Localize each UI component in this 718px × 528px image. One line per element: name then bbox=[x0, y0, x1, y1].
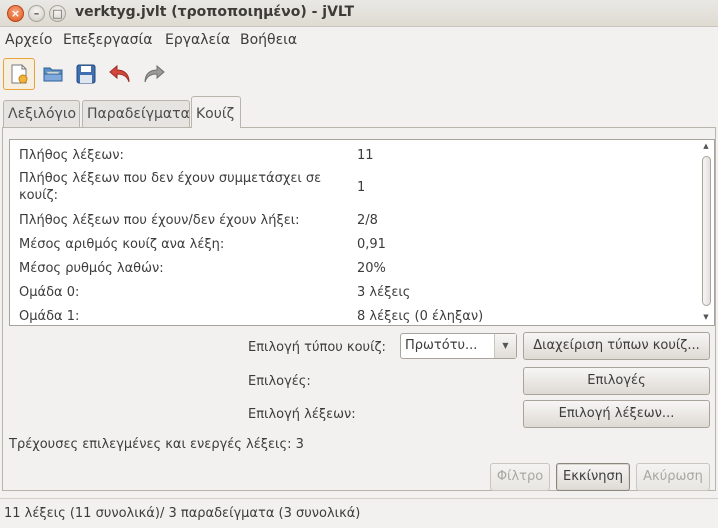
window-title: verktyg.jvlt (τροποποιημένο) - jVLT bbox=[75, 4, 355, 20]
stat-value: 8 λέξεις (0 έληξαν) bbox=[357, 309, 484, 324]
new-file-button[interactable] bbox=[3, 58, 35, 90]
word-selection-button[interactable]: Επιλογή λέξεων... bbox=[523, 400, 710, 428]
stat-value: 2/8 bbox=[357, 213, 378, 228]
scroll-up-icon[interactable]: ▲ bbox=[700, 142, 712, 152]
stat-label: Πλήθος λέξεων που έχουν/δεν έχουν λήξει: bbox=[19, 213, 300, 228]
stat-label: Πλήθος λέξεων: bbox=[19, 148, 124, 163]
quiz-type-label: Επιλογή τύπου κουίζ: bbox=[248, 340, 386, 355]
status-text: 11 λέξεις (11 συνολικά)/ 3 παραδείγματα … bbox=[4, 506, 361, 521]
stat-value: 1 bbox=[357, 180, 366, 195]
stat-label: Πλήθος λέξεων που δεν έχουν συμμετάσχει … bbox=[19, 171, 322, 203]
redo-icon bbox=[144, 64, 165, 83]
menu-help[interactable]: Βοήθεια bbox=[240, 32, 297, 48]
stat-label: Ομάδα 0: bbox=[19, 285, 80, 300]
close-window-button[interactable]: × bbox=[7, 5, 24, 22]
quiz-type-select[interactable]: Πρωτότυ... ▼ bbox=[400, 333, 517, 359]
quiz-type-selected: Πρωτότυ... bbox=[405, 338, 478, 353]
stat-label: Μέσος αριθμός κουίζ ανα λέξη: bbox=[19, 237, 225, 252]
save-icon bbox=[76, 64, 96, 84]
undo-icon bbox=[109, 64, 130, 83]
save-button[interactable] bbox=[70, 58, 102, 90]
status-bar: 11 λέξεις (11 συνολικά)/ 3 παραδείγματα … bbox=[0, 498, 718, 528]
new-file-icon bbox=[11, 64, 28, 84]
toolbar bbox=[0, 56, 718, 92]
start-button[interactable]: Εκκίνηση bbox=[556, 463, 630, 491]
undo-button[interactable] bbox=[104, 58, 136, 90]
tab-quiz[interactable]: Κουίζ bbox=[191, 96, 241, 128]
options-button[interactable]: Επιλογές bbox=[523, 367, 710, 395]
stat-value: 11 bbox=[357, 148, 374, 163]
stat-label: Ομάδα 1: bbox=[19, 309, 80, 324]
menu-edit[interactable]: Επεξεργασία bbox=[63, 32, 152, 48]
menu-tools[interactable]: Εργαλεία bbox=[165, 32, 230, 48]
current-selection-text: Τρέχουσες επιλεγμένες και ενεργές λέξεις… bbox=[9, 437, 304, 452]
filter-button[interactable]: Φίλτρο bbox=[490, 463, 550, 491]
quiz-statistics: Πλήθος λέξεων: 11 Πλήθος λέξεων που δεν … bbox=[9, 139, 715, 326]
redo-button[interactable] bbox=[138, 58, 170, 90]
open-folder-icon bbox=[43, 67, 63, 82]
tab-vocabulary[interactable]: Λεξιλόγιο bbox=[3, 100, 80, 127]
tab-bar: Λεξιλόγιο Παραδείγματα Κουίζ bbox=[0, 96, 718, 128]
stat-value: 3 λέξεις bbox=[357, 285, 411, 300]
minimize-window-button[interactable]: – bbox=[28, 5, 45, 22]
maximize-window-button[interactable]: □ bbox=[49, 5, 66, 22]
stat-value: 0,91 bbox=[357, 237, 386, 252]
stat-label: Μέσος ρυθμός λαθών: bbox=[19, 261, 164, 276]
stat-value: 20% bbox=[357, 261, 386, 276]
stats-scrollbar[interactable]: ▲ ▼ bbox=[700, 142, 712, 323]
menu-bar: Αρχείο Επεξεργασία Εργαλεία Βοήθεια bbox=[0, 28, 718, 52]
tab-examples[interactable]: Παραδείγματα bbox=[82, 100, 190, 127]
chevron-down-icon[interactable]: ▼ bbox=[494, 334, 516, 358]
cancel-button[interactable]: Ακύρωση bbox=[636, 463, 710, 491]
scroll-down-icon[interactable]: ▼ bbox=[700, 313, 712, 323]
word-selection-label: Επιλογή λέξεων: bbox=[248, 407, 356, 422]
title-bar: × – □ verktyg.jvlt (τροποποιημένο) - jVL… bbox=[0, 0, 718, 27]
options-label: Επιλογές: bbox=[248, 374, 311, 389]
open-file-button[interactable] bbox=[37, 58, 69, 90]
scroll-thumb[interactable] bbox=[702, 156, 711, 306]
menu-file[interactable]: Αρχείο bbox=[5, 32, 52, 48]
quiz-panel: Πλήθος λέξεων: 11 Πλήθος λέξεων που δεν … bbox=[2, 127, 716, 491]
manage-quiz-types-button[interactable]: Διαχείριση τύπων κουίζ... bbox=[523, 332, 710, 360]
